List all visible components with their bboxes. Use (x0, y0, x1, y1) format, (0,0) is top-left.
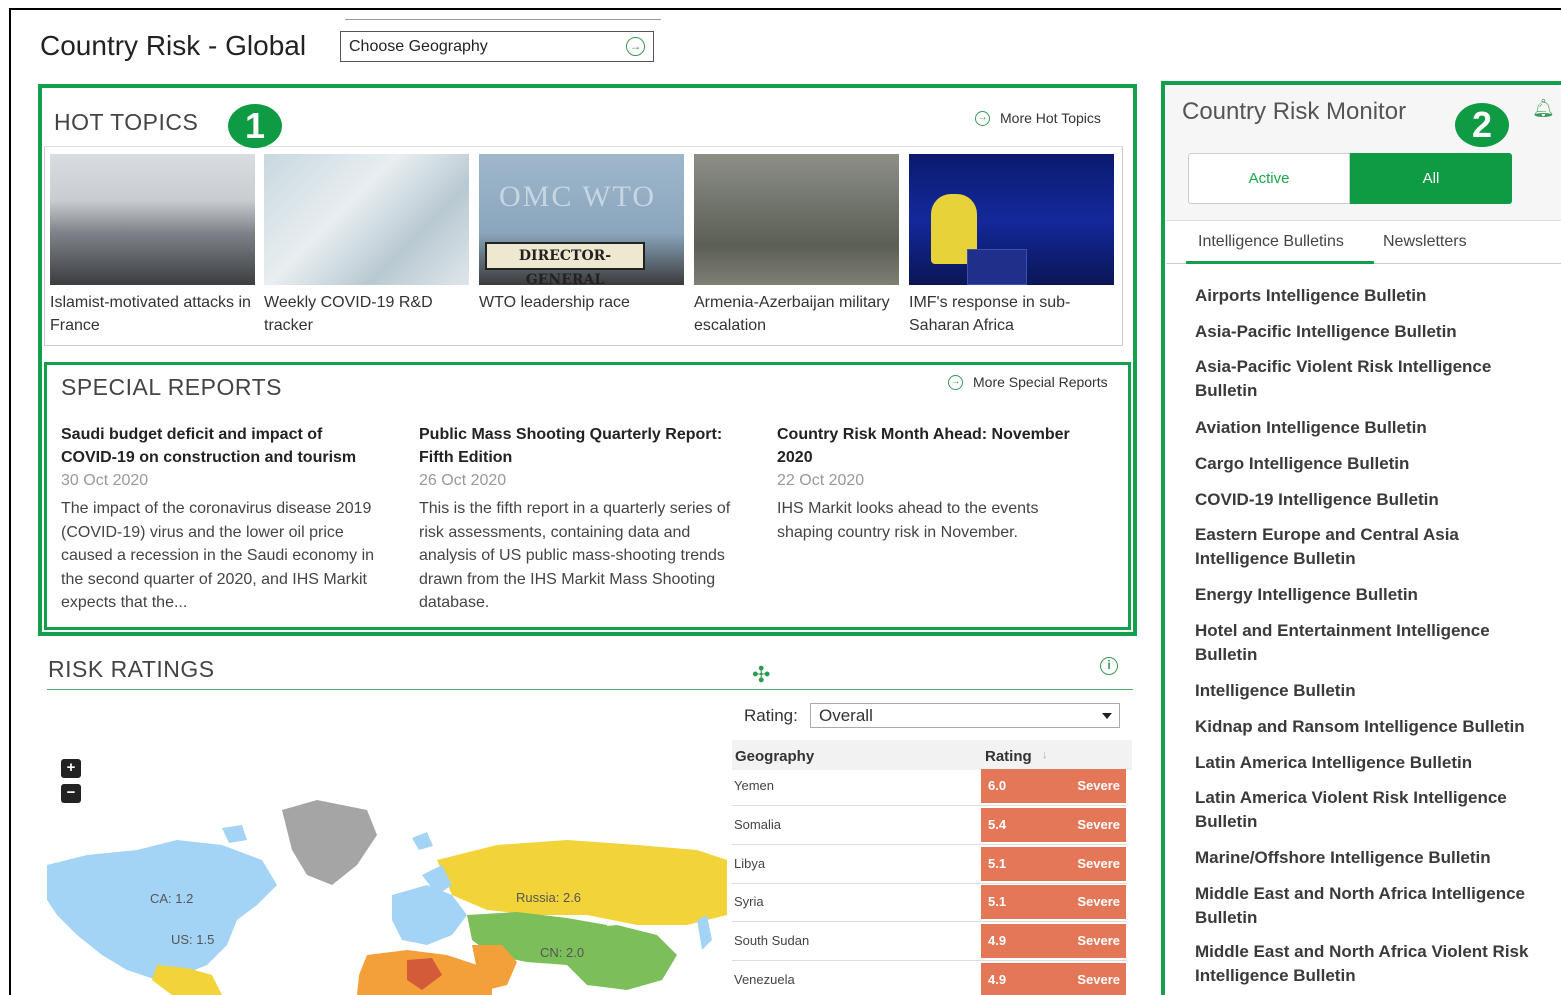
rating-cell: 5.1 Severe (981, 885, 1126, 919)
bulletin-link[interactable]: Latin America Violent Risk Intelligence … (1195, 786, 1515, 834)
chevron-down-icon (1102, 713, 1112, 719)
rating-score: 5.4 (988, 817, 1007, 832)
divider (345, 19, 661, 20)
bulletin-link[interactable]: Hotel and Entertainment Intelligence Bul… (1195, 619, 1515, 667)
bulletin-link[interactable]: COVID-19 Intelligence Bulletin (1195, 488, 1545, 512)
bulletin-link[interactable]: Middle East and North Africa Intelligenc… (1195, 882, 1540, 930)
column-header-rating[interactable]: Rating (985, 748, 1032, 765)
geography-select[interactable]: Choose Geography → (340, 31, 654, 62)
rating-level: Severe (1077, 817, 1120, 832)
table-row[interactable]: South Sudan 4.9 Severe (732, 922, 1127, 961)
rating-cell: 4.9 Severe (981, 924, 1126, 958)
geography-cell[interactable]: Yemen (734, 778, 774, 793)
bulletin-link[interactable]: Kidnap and Ransom Intelligence Bulletin (1195, 715, 1545, 739)
rating-level: Severe (1077, 933, 1120, 948)
toggle-all-button[interactable]: All (1350, 153, 1512, 204)
bulletin-link[interactable]: Energy Intelligence Bulletin (1195, 583, 1545, 607)
bulletin-link[interactable]: Marine/Offshore Intelligence Bulletin (1195, 846, 1545, 870)
map-label-russia: Russia: 2.6 (516, 890, 582, 905)
rating-level: Severe (1077, 778, 1120, 793)
info-icon[interactable]: i (1100, 657, 1118, 675)
sort-arrow-icon[interactable]: ↓ (1042, 749, 1048, 761)
zoom-out-button[interactable]: − (61, 784, 81, 803)
tab-intelligence-bulletins[interactable]: Intelligence Bulletins (1198, 233, 1344, 251)
rating-cell: 4.9 Severe (981, 963, 1126, 995)
rating-label: Rating: (744, 706, 798, 725)
map-region-japan (697, 915, 712, 950)
add-icon[interactable]: ✣ (752, 662, 770, 688)
geography-cell[interactable]: Libya (734, 856, 765, 871)
bulletin-link[interactable]: Asia-Pacific Intelligence Bulletin (1195, 320, 1545, 344)
toggle-active-button[interactable]: Active (1188, 153, 1350, 204)
ratings-table-header: Geography Rating ↓ (732, 740, 1132, 770)
rating-level: Severe (1077, 856, 1120, 871)
callout-badge-1: 1 (228, 104, 282, 148)
rating-level: Severe (1077, 894, 1120, 909)
table-row[interactable]: Libya 5.1 Severe (732, 845, 1127, 884)
page-title: Country Risk - Global (40, 30, 307, 61)
risk-ratings-title: RISK RATINGS (48, 656, 215, 682)
rating-score: 5.1 (988, 894, 1007, 909)
tab-newsletters[interactable]: Newsletters (1383, 233, 1467, 251)
geography-select-label: Choose Geography (349, 38, 488, 55)
bulletin-link[interactable]: Eastern Europe and Central Asia Intellig… (1195, 523, 1485, 571)
zoom-in-button[interactable]: + (61, 759, 81, 778)
map-region-arctic-island (222, 825, 247, 843)
rating-score: 4.9 (988, 933, 1007, 948)
rating-cell: 6.0 Severe (981, 769, 1126, 803)
map-region-arctic-island (412, 832, 433, 850)
table-row[interactable]: Venezuela 4.9 Severe (732, 961, 1127, 995)
divider (47, 689, 1133, 690)
rating-level: Severe (1077, 972, 1120, 987)
rating-select-value: Overall (819, 706, 873, 725)
callout-badge-2: 2 (1455, 103, 1509, 147)
geography-cell[interactable]: Syria (734, 894, 764, 909)
map-region-north-america (47, 840, 277, 980)
bulletin-link[interactable]: Middle East and North Africa Violent Ris… (1195, 940, 1540, 988)
table-row[interactable]: Somalia 5.4 Severe (732, 806, 1127, 845)
rating-cell: 5.4 Severe (981, 808, 1126, 842)
geography-cell[interactable]: South Sudan (734, 933, 809, 948)
bulletin-link[interactable]: Intelligence Bulletin (1195, 679, 1545, 703)
map-region-russia (437, 840, 727, 925)
map-label-ca: CA: 1.2 (150, 891, 194, 906)
map-region-mexico (152, 965, 222, 995)
monitor-title: Country Risk Monitor (1182, 98, 1407, 125)
table-row[interactable]: Yemen 6.0 Severe (732, 767, 1127, 806)
bulletin-link[interactable]: Asia-Pacific Violent Risk Intelligence B… (1195, 355, 1505, 403)
rating-select[interactable]: Overall (810, 703, 1120, 728)
bulletin-link[interactable]: Aviation Intelligence Bulletin (1195, 416, 1545, 440)
bulletin-link[interactable]: Cargo Intelligence Bulletin (1195, 452, 1545, 476)
rating-score: 5.1 (988, 856, 1007, 871)
map-label-cn: CN: 2.0 (540, 945, 585, 960)
risk-map[interactable] (47, 700, 727, 995)
arrow-right-circle-icon[interactable]: → (626, 37, 645, 56)
bulletin-link[interactable]: Latin America Intelligence Bulletin (1195, 751, 1545, 775)
active-tab-indicator (1186, 261, 1374, 264)
rating-cell: 5.1 Severe (981, 847, 1126, 881)
rating-score: 4.9 (988, 972, 1007, 987)
rating-score: 6.0 (988, 778, 1007, 793)
bulletin-link[interactable]: Airports Intelligence Bulletin (1195, 284, 1545, 308)
bell-icon[interactable]: 🔔︎ (1532, 98, 1555, 119)
geography-cell[interactable]: Somalia (734, 817, 781, 832)
column-header-geography[interactable]: Geography (735, 748, 814, 765)
highlight-box-1 (38, 84, 1137, 636)
map-region-greenland (282, 800, 377, 885)
map-label-us: US: 1.5 (171, 932, 215, 947)
geography-cell[interactable]: Venezuela (734, 972, 795, 987)
table-row[interactable]: Syria 5.1 Severe (732, 883, 1127, 922)
